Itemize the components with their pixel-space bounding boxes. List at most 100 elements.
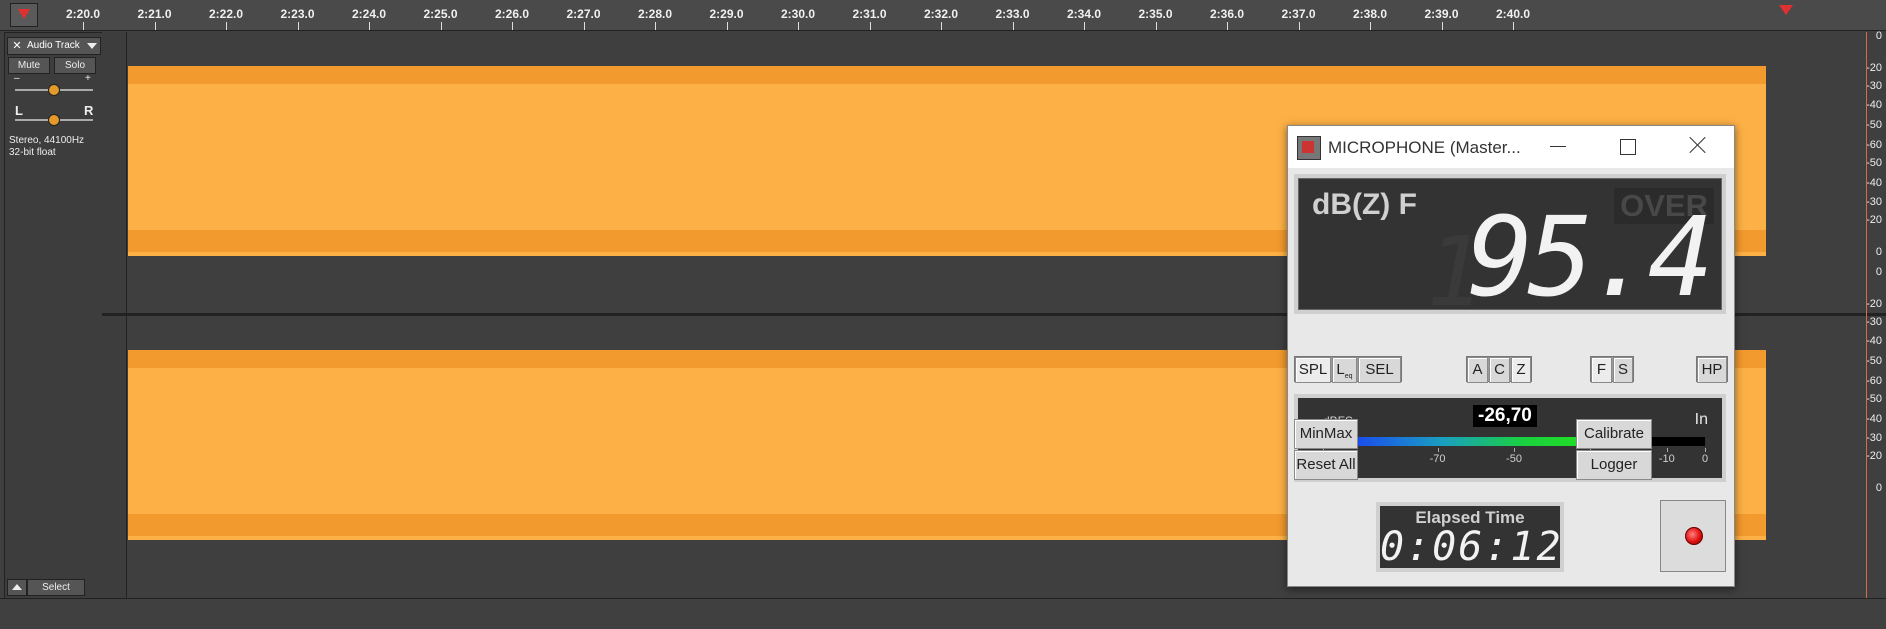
track-close-button[interactable]: ✕: [10, 39, 24, 53]
pin-triangle-icon: [18, 9, 30, 19]
timeline-tick-mark: [1298, 22, 1300, 30]
level-scale-tick: [1514, 448, 1515, 452]
timeline-tick-mark: [1441, 22, 1443, 30]
close-icon[interactable]: [1686, 134, 1710, 158]
db-scale-label: -20: [1866, 214, 1882, 226]
hp-button[interactable]: HP: [1697, 357, 1727, 383]
record-button[interactable]: [1660, 500, 1726, 572]
spl-reading: 95.4: [1467, 193, 1714, 321]
logger-button[interactable]: Logger: [1576, 450, 1652, 480]
mute-button[interactable]: Mute: [8, 57, 50, 74]
dbfs-value: -26,70: [1473, 405, 1537, 427]
elapsed-time-display: Elapsed Time 0:06:12: [1376, 502, 1564, 572]
gain-minus-label: –: [14, 73, 20, 84]
timeline-tick-label: 2:29.0: [709, 7, 744, 21]
timeline-ruler[interactable]: 2:20.0 2:21.0 2:22.0 2:23.0 2:24.0 2:25.0 2:26…: [0, 0, 1886, 31]
pan-right-label: R: [84, 103, 94, 118]
timeline-tick-mark: [297, 22, 299, 30]
db-scale-label: -50: [1866, 119, 1882, 131]
pan-slider-knob[interactable]: [48, 114, 60, 126]
db-scale-label: -60: [1866, 139, 1882, 151]
time-fast-button[interactable]: F: [1591, 357, 1612, 383]
chevron-down-icon[interactable]: [87, 43, 97, 49]
level-scale-label: -70: [1429, 453, 1446, 465]
gain-slider-knob[interactable]: [48, 84, 60, 96]
timeline-tick-label: 2:20.0: [65, 7, 101, 21]
timeline-tick-label: 2:32.0: [923, 7, 959, 21]
db-scale-label: -30: [1866, 196, 1882, 208]
timeline-tick-mark: [1012, 22, 1014, 30]
reset-all-button[interactable]: Reset All: [1294, 450, 1358, 480]
timeline-tick-mark: [226, 22, 227, 30]
db-scale-label: -20: [1866, 298, 1882, 310]
minmax-button[interactable]: MinMax: [1294, 419, 1358, 449]
level-bar-fill: [1323, 437, 1591, 446]
minimize-icon[interactable]: [1550, 146, 1566, 147]
timeline-tick-label: 2:37.0: [1281, 7, 1316, 21]
maximize-icon[interactable]: [1620, 139, 1636, 155]
track-name-menu[interactable]: Audio Track: [27, 40, 80, 51]
weighting-c-button[interactable]: C: [1489, 357, 1510, 383]
timeline-tick-mark: [583, 22, 585, 30]
timeline-tick-label: 2:23.0: [280, 7, 315, 21]
calibrate-button[interactable]: Calibrate: [1576, 419, 1652, 449]
leq-button[interactable]: Leq: [1332, 357, 1357, 383]
input-level-panel: dBFS -26,70 In -100-70-50-30-100: [1294, 394, 1726, 482]
timeline-tick-label: 2:27.0: [566, 7, 601, 21]
timeline-tick-label: 2:24.0: [351, 7, 387, 21]
playhead-marker-icon[interactable]: [1779, 5, 1793, 15]
track-control-panel: ✕ Audio Track Mute Solo – + L R Stereo, …: [4, 32, 103, 600]
timeline-tick-label: 2:22.0: [208, 7, 244, 21]
timeline-tick-mark: [1084, 22, 1085, 30]
window-title-bar[interactable]: MICROPHONE (Master...: [1288, 126, 1734, 168]
window-title: MICROPHONE (Master...: [1328, 138, 1521, 157]
time-slow-button[interactable]: S: [1613, 357, 1633, 383]
timeline-tick-label: 2:26.0: [494, 7, 530, 21]
timeline-pin-button[interactable]: [10, 3, 38, 27]
select-track-button[interactable]: Select: [27, 579, 85, 596]
app-icon: [1297, 136, 1321, 160]
weighting-z-button[interactable]: Z: [1511, 357, 1531, 383]
db-scale-label: 0: [1875, 482, 1882, 494]
timeline-tick-mark: [1513, 22, 1514, 30]
timeline-tick-mark: [440, 22, 442, 30]
track-bit-depth: 32-bit float: [9, 147, 56, 158]
collapse-track-button[interactable]: [7, 579, 27, 596]
selection-end-line: [1866, 32, 1867, 598]
level-scale-label: -10: [1658, 453, 1675, 465]
timeline-tick-mark: [655, 22, 656, 30]
bottom-strip: [0, 598, 1886, 629]
spl-button[interactable]: SPL: [1295, 357, 1331, 383]
timeline-tick-label: 2:25.0: [423, 7, 458, 21]
track-format-info: Stereo, 44100Hz 32-bit float: [9, 135, 84, 159]
timeline-tick-mark: [512, 22, 513, 30]
timeline-tick-label: 2:36.0: [1209, 7, 1245, 21]
db-scale-label: 0: [1875, 266, 1882, 278]
timeline-tick-mark: [154, 22, 156, 30]
timeline-tick-mark: [1370, 22, 1371, 30]
db-scale-label: -60: [1866, 375, 1882, 387]
input-source-label: In: [1694, 411, 1708, 428]
sel-button[interactable]: SEL: [1358, 357, 1401, 383]
sound-level-meter-window: MICROPHONE (Master... dB(Z) F OVER 1 95.…: [1287, 125, 1735, 587]
timeline-tick-mark: [369, 22, 370, 30]
db-scale-label: -40: [1866, 335, 1882, 347]
db-scale-label: -30: [1866, 80, 1882, 92]
db-ruler-right-channel: [102, 316, 127, 598]
solo-button[interactable]: Solo: [54, 57, 96, 74]
collapse-up-icon: [12, 584, 22, 590]
leq-label: L: [1336, 361, 1345, 378]
level-scale-tick: [1437, 448, 1439, 452]
timeline-tick-label: 2:31.0: [852, 7, 887, 21]
db-scale-label: -40: [1866, 413, 1882, 425]
timeline-tick-label: 2:34.0: [1066, 7, 1102, 21]
elapsed-time-value: 0:06:12: [1380, 524, 1563, 570]
timeline-tick-label: 2:28.0: [637, 7, 673, 21]
timeline-tick-label: 2:30.0: [780, 7, 816, 21]
weighting-a-button[interactable]: A: [1467, 357, 1488, 383]
track-sample-rate: Stereo, 44100Hz: [9, 135, 85, 146]
db-scale-label: -20: [1866, 62, 1882, 74]
db-ruler-left-channel: [102, 32, 127, 313]
timeline-tick-mark: [869, 22, 871, 30]
timeline-tick-mark: [1227, 22, 1228, 30]
